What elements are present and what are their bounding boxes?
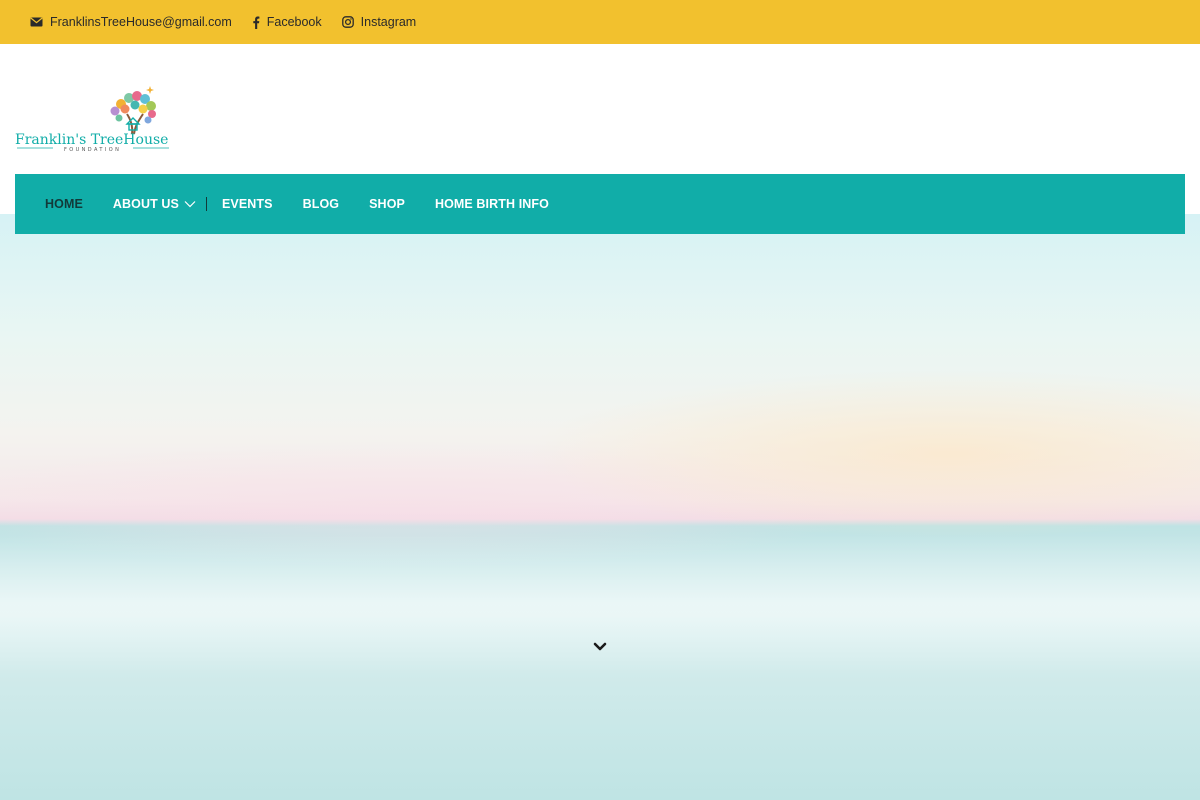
nav-item-home[interactable]: HOME — [45, 197, 83, 211]
instagram-icon — [341, 16, 354, 28]
nav-item-home-birth-info[interactable]: HOME BIRTH INFO — [435, 197, 549, 211]
nav-item-events[interactable]: EVENTS — [222, 197, 273, 211]
nav-divider — [205, 197, 207, 211]
logo-wordmark: Franklin's TreeHouse — [15, 132, 168, 148]
envelope-icon — [30, 17, 43, 27]
tree-house-logo: Franklin's TreeHouse FOUNDATION — [15, 86, 169, 153]
logo-tagline: FOUNDATION — [64, 147, 121, 153]
nav-item-about-us-label: ABOUT US — [112, 197, 179, 211]
facebook-link[interactable]: Facebook — [252, 15, 322, 29]
chevron-down-icon — [593, 642, 607, 651]
site-logo[interactable]: Franklin's TreeHouse FOUNDATION — [15, 84, 175, 156]
email-label: FranklinsTreeHouse@gmail.com — [50, 15, 232, 29]
instagram-label: Instagram — [360, 15, 417, 29]
top-contact-bar: FranklinsTreeHouse@gmail.com Facebook In… — [0, 0, 1200, 44]
scroll-down-button[interactable] — [592, 640, 608, 654]
nav-item-shop[interactable]: SHOP — [369, 197, 405, 211]
instagram-link[interactable]: Instagram — [341, 15, 417, 29]
email-link[interactable]: FranklinsTreeHouse@gmail.com — [30, 15, 232, 29]
main-navigation: HOME ABOUT US EVENTS BLOG SHOP HOME BIRT… — [15, 174, 1185, 234]
facebook-icon — [252, 16, 260, 29]
nav-item-blog[interactable]: BLOG — [303, 197, 340, 211]
facebook-label: Facebook — [266, 15, 322, 29]
hero-banner — [0, 214, 1200, 800]
nav-item-about-us[interactable]: ABOUT US — [113, 197, 196, 211]
chevron-down-icon[interactable] — [184, 200, 196, 208]
